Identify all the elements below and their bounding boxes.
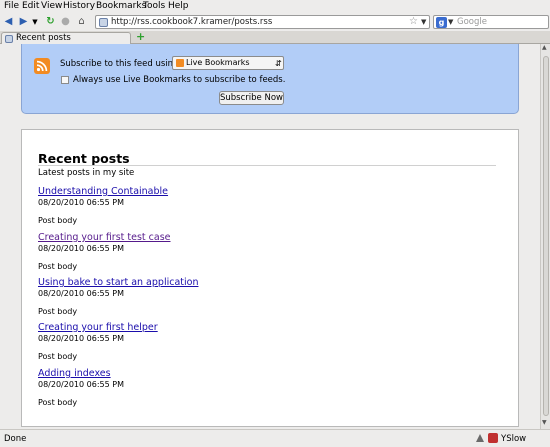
entry-title-link[interactable]: Using bake to start an application	[38, 277, 198, 288]
menu-history[interactable]: History	[63, 1, 95, 11]
new-tab-icon[interactable]: +	[136, 31, 145, 43]
live-bookmarks-icon	[176, 59, 184, 67]
subscribe-panel: Subscribe to this feed using Live Bookma…	[21, 44, 519, 114]
back-icon[interactable]: ◀	[3, 16, 14, 28]
entry-date: 08/20/2010 06:55 PM	[38, 380, 124, 389]
url-dropdown-icon[interactable]: ▼	[421, 16, 426, 29]
entry-date: 08/20/2010 06:55 PM	[38, 334, 124, 343]
rss-feed-icon	[34, 58, 50, 74]
tab-label: Recent posts	[16, 33, 71, 43]
entry-date: 08/20/2010 06:55 PM	[38, 244, 124, 253]
home-icon[interactable]: ⌂	[76, 16, 87, 28]
yslow-label[interactable]: YSlow	[501, 434, 526, 444]
entry-body: Post body	[38, 307, 78, 316]
feed-title: Recent posts	[38, 151, 130, 166]
entry-date: 08/20/2010 06:55 PM	[38, 198, 124, 207]
feed-reader-value: Live Bookmarks	[186, 58, 250, 67]
menu-tools[interactable]: Tools	[143, 1, 165, 11]
feed-reader-select[interactable]: Live Bookmarks ⇵	[172, 56, 284, 70]
entry-body: Post body	[38, 262, 78, 271]
search-placeholder[interactable]: Google	[457, 17, 487, 27]
page-content: Subscribe to this feed using Live Bookma…	[0, 44, 540, 429]
scroll-thumb[interactable]	[543, 56, 549, 416]
feed-entry: Creating your first helper 08/20/2010 06…	[38, 322, 488, 362]
history-dropdown-icon[interactable]: ▼	[31, 16, 39, 28]
url-bar[interactable]: http://rss.cookbook7.kramer/posts.rss ☆ …	[95, 15, 430, 29]
search-engine-dropdown-icon[interactable]: ▼	[448, 17, 453, 28]
entry-body: Post body	[38, 398, 78, 407]
feed-subtitle: Latest posts in my site	[38, 168, 135, 178]
entry-body: Post body	[38, 216, 78, 225]
menu-bar: File Edit View History Bookmarks Tools H…	[0, 0, 550, 13]
menu-help[interactable]: Help	[168, 1, 189, 11]
search-box[interactable]: g ▼ Google	[433, 15, 549, 29]
entry-title-link[interactable]: Adding indexes	[38, 368, 111, 379]
menu-file[interactable]: File	[4, 1, 19, 11]
tab-bar: Recent posts	[0, 31, 550, 44]
entry-title-link[interactable]: Creating your first helper	[38, 322, 158, 333]
feed-entry: Understanding Containable 08/20/2010 06:…	[38, 186, 488, 226]
tab-favicon-icon	[5, 35, 13, 43]
menu-bookmarks[interactable]: Bookmarks	[96, 1, 146, 11]
subscribe-label: Subscribe to this feed using	[60, 59, 179, 69]
scroll-up-icon[interactable]: ▲	[542, 44, 547, 51]
site-favicon-icon	[99, 18, 108, 27]
menu-view[interactable]: View	[41, 1, 62, 11]
reload-icon[interactable]: ↻	[45, 16, 56, 28]
always-use-label[interactable]: Always use Live Bookmarks to subscribe t…	[73, 75, 285, 85]
feed-entry: Creating your first test case 08/20/2010…	[38, 232, 488, 272]
entry-date: 08/20/2010 06:55 PM	[38, 289, 124, 298]
entry-title-link[interactable]: Understanding Containable	[38, 186, 168, 197]
always-use-checkbox[interactable]	[61, 76, 69, 84]
status-text: Done	[4, 434, 27, 444]
feed-entry: Adding indexes 08/20/2010 06:55 PM Post …	[38, 368, 488, 408]
scroll-down-icon[interactable]: ▼	[542, 419, 547, 426]
feed-title-divider	[38, 165, 496, 166]
google-engine-icon[interactable]: g	[436, 17, 447, 28]
select-arrows-icon: ⇵	[275, 59, 282, 68]
feed-entry: Using bake to start an application 08/20…	[38, 277, 488, 317]
feed-body: Recent posts Latest posts in my site Und…	[21, 129, 519, 427]
subscribe-now-button[interactable]: Subscribe Now	[219, 91, 284, 105]
stop-icon[interactable]: ●	[60, 16, 71, 28]
status-bar: Done YSlow	[0, 429, 550, 447]
vertical-scrollbar[interactable]: ▲ ▼	[540, 44, 550, 429]
bookmark-star-icon[interactable]: ☆	[409, 16, 418, 27]
forward-icon[interactable]: ▶	[18, 16, 29, 28]
url-text[interactable]: http://rss.cookbook7.kramer/posts.rss	[111, 17, 272, 27]
entry-body: Post body	[38, 352, 78, 361]
menu-edit[interactable]: Edit	[22, 1, 39, 11]
addon-status-icon[interactable]	[475, 433, 485, 443]
tab-recent-posts[interactable]: Recent posts	[1, 32, 131, 44]
entry-title-link[interactable]: Creating your first test case	[38, 232, 171, 243]
yslow-icon[interactable]	[488, 433, 498, 443]
